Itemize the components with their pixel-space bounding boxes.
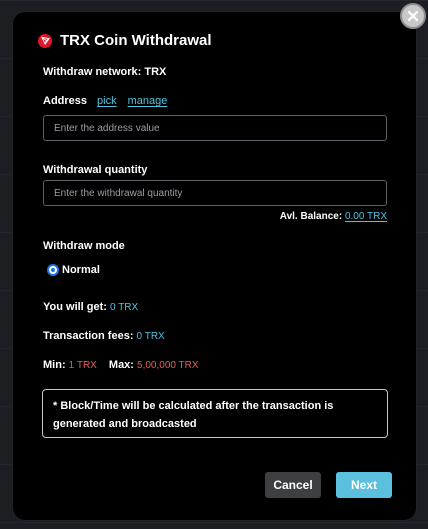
close-button[interactable] [400,3,426,29]
modal-header: TRX Coin Withdrawal [38,32,212,49]
min-label: Min: [43,359,66,371]
cancel-button[interactable]: Cancel [265,472,321,498]
trx-logo-icon [38,33,52,48]
quantity-input[interactable] [43,180,387,206]
min-value: 1 TRX [68,360,97,371]
fees-label: Transaction fees: [43,330,134,342]
receive-value: 0 TRX [110,302,139,313]
address-label: Address [43,95,88,107]
next-button[interactable]: Next [336,472,392,498]
max-label: Max: [108,359,134,371]
block-time-note: * Block/Time will be calculated after th… [42,389,388,438]
network-text: Withdraw network: TRX [43,66,167,78]
max-value: 5,00,000 TRX [137,360,199,371]
mode-option-normal[interactable]: Normal [47,264,100,276]
fees-value: 0 TRX [136,331,165,342]
balance-label: Avl. Balance: [279,211,343,222]
receive-label: You will get: [43,301,107,313]
modal-title: TRX Coin Withdrawal [60,32,212,49]
withdraw-mode-label: Withdraw mode [43,240,125,252]
close-icon [407,10,419,22]
address-input[interactable] [43,115,387,141]
limits-row: Min: 1 TRX Max: 5,00,000 TRX [43,359,199,371]
normal-radio-label: Normal [62,264,100,276]
balance-value-link[interactable]: 0.00 TRX [345,211,387,222]
receive-row: You will get: 0 TRX [43,301,138,313]
fees-row: Transaction fees: 0 TRX [43,330,165,342]
manage-address-link[interactable]: manage [128,95,168,107]
address-label-row: Address pick manage [43,95,167,107]
quantity-label: Withdrawal quantity [43,164,148,176]
normal-radio[interactable] [47,264,59,276]
balance-row: Avl. Balance: 0.00 TRX [280,211,387,222]
pick-address-link[interactable]: pick [97,95,117,107]
